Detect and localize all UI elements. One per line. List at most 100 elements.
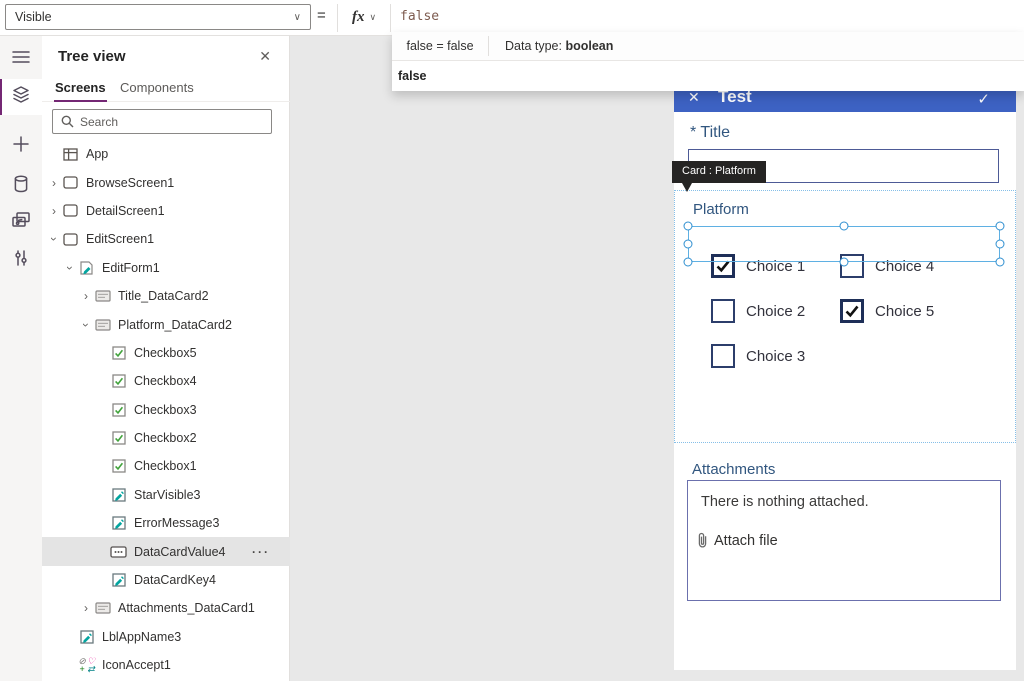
- resize-handle[interactable]: [996, 222, 1005, 231]
- tree-row-app[interactable]: App: [42, 140, 290, 168]
- tree-row-label: Checkbox3: [134, 403, 197, 417]
- tree-row-detailscreen1[interactable]: ›DetailScreen1: [42, 197, 290, 225]
- tree-row-label: LblAppName3: [102, 630, 181, 644]
- attachments-empty-text: There is nothing attached.: [701, 494, 869, 510]
- screen-icon: [62, 231, 79, 248]
- left-rail: [0, 36, 42, 681]
- suggestion-item[interactable]: false: [392, 61, 1024, 91]
- resize-handle[interactable]: [684, 240, 693, 249]
- checkbox-icon: [110, 401, 127, 418]
- more-options-icon[interactable]: ···: [252, 545, 270, 559]
- tree-row-errormessage3[interactable]: ErrorMessage3: [42, 509, 290, 537]
- chevron-right-icon[interactable]: ›: [78, 601, 94, 615]
- tree-row-editform1[interactable]: ›EditForm1: [42, 254, 290, 282]
- tree-row-platform_datacard2[interactable]: ›Platform_DataCard2: [42, 310, 290, 338]
- chevron-down-icon[interactable]: ›: [63, 260, 77, 276]
- rail-item-data[interactable]: [0, 168, 42, 204]
- tree-row-editscreen1[interactable]: › EditScreen1: [42, 225, 290, 253]
- tree-row-iconaccept1[interactable]: ⊘♡+⇄IconAccept1: [42, 651, 290, 679]
- tree-row-label: Checkbox4: [134, 374, 197, 388]
- panel-title: Tree view: [58, 48, 126, 65]
- fx-icon: fx: [352, 9, 365, 26]
- resize-handle[interactable]: [840, 222, 849, 231]
- checked-checkbox-icon[interactable]: [840, 299, 864, 323]
- tree-row-attachments_datacard1[interactable]: › Attachments_DataCard1: [42, 594, 290, 622]
- tree-row-lblappname3[interactable]: LblAppName3: [42, 623, 290, 651]
- resize-handle[interactable]: [996, 240, 1005, 249]
- chevron-right-icon[interactable]: ›: [46, 176, 62, 190]
- choice-label: Choice 3: [746, 348, 805, 365]
- tree-row-label: ErrorMessage3: [134, 516, 219, 530]
- title-field-label: * Title: [690, 124, 730, 142]
- tree-row-label: DataCardKey4: [134, 573, 216, 587]
- tab-screens[interactable]: Screens: [55, 80, 106, 95]
- resize-handle[interactable]: [840, 258, 849, 267]
- chevron-down-icon[interactable]: ›: [47, 231, 61, 247]
- formula-signature: false = false: [392, 39, 488, 53]
- close-icon[interactable]: ✕: [259, 48, 271, 65]
- tree-row-label: Title_DataCard2: [118, 289, 209, 303]
- tree-tabs: Screens Components: [42, 80, 290, 102]
- label-icon: [110, 486, 127, 503]
- search-icon: [61, 115, 74, 128]
- checkbox-icon: [110, 430, 127, 447]
- tree-row-checkbox4[interactable]: Checkbox4: [42, 367, 290, 395]
- tree-row-checkbox2[interactable]: Checkbox2: [42, 424, 290, 452]
- checkbox-icon: [110, 373, 127, 390]
- tree-row-browsescreen1[interactable]: ›BrowseScreen1: [42, 168, 290, 196]
- tree-row-checkbox3[interactable]: Checkbox3: [42, 396, 290, 424]
- attachments-control[interactable]: There is nothing attached. Attach file: [687, 480, 1001, 601]
- card-icon: [94, 316, 111, 333]
- tree-row-label: DataCardValue4: [134, 545, 226, 559]
- resize-handle[interactable]: [996, 258, 1005, 267]
- insert-icon: [11, 134, 31, 159]
- tab-components[interactable]: Components: [120, 80, 194, 95]
- resize-handle[interactable]: [684, 258, 693, 267]
- cancel-icon[interactable]: ✕: [688, 89, 700, 106]
- tree-row-label: EditScreen1: [86, 232, 154, 246]
- intellisense-signature-row: false = false Data type: boolean: [392, 32, 1024, 61]
- unchecked-checkbox-icon[interactable]: [711, 344, 735, 368]
- rail-item-advanced-tools[interactable]: [0, 242, 42, 278]
- platform-data-card[interactable]: Platform Choice 1Choice 2Choice 3Choice …: [674, 190, 1016, 443]
- choice-checkbox-choice-2[interactable]: Choice 2: [711, 299, 805, 323]
- tree-row-starvisible3[interactable]: StarVisible3: [42, 481, 290, 509]
- rail-item-menu[interactable]: [0, 41, 42, 77]
- label-icon: [110, 515, 127, 532]
- chevron-right-icon[interactable]: ›: [46, 204, 62, 218]
- rail-item-tree-view[interactable]: [0, 79, 42, 115]
- tree-row-title_datacard2[interactable]: › Title_DataCard2: [42, 282, 290, 310]
- property-selector-value: Visible: [15, 10, 52, 24]
- card-tooltip: Card : Platform: [672, 161, 766, 183]
- tree-row-label: StarVisible3: [134, 488, 200, 502]
- formula-input[interactable]: false: [400, 9, 1016, 24]
- paperclip-icon: [697, 532, 708, 549]
- tree-row-datacardkey4[interactable]: DataCardKey4: [42, 566, 290, 594]
- attach-file-button[interactable]: Attach file: [697, 532, 778, 549]
- tree-row-datacardvalue4[interactable]: DataCardValue4 ···: [42, 537, 290, 565]
- media-icon: [11, 210, 31, 235]
- chevron-right-icon[interactable]: ›: [78, 289, 94, 303]
- rail-item-media[interactable]: [0, 204, 42, 240]
- unchecked-checkbox-icon[interactable]: [711, 299, 735, 323]
- screen-icon: [62, 174, 79, 191]
- search-input[interactable]: [80, 115, 240, 129]
- choice-checkbox-choice-5[interactable]: Choice 5: [840, 299, 934, 323]
- data-type-value: boolean: [565, 39, 613, 53]
- attachments-card-label: Attachments: [692, 461, 775, 478]
- resize-handle[interactable]: [684, 222, 693, 231]
- tree-row-checkbox5[interactable]: Checkbox5: [42, 339, 290, 367]
- tree-view-icon: [11, 85, 31, 110]
- choice-label: Choice 2: [746, 303, 805, 320]
- tree-view-panel: Tree view ✕ Screens Components App›Brows…: [42, 36, 290, 681]
- accept-icon[interactable]: ✓: [977, 90, 990, 108]
- tree-row-label: Attachments_DataCard1: [118, 601, 255, 615]
- property-selector[interactable]: Visible ∨: [5, 4, 311, 30]
- rail-item-insert[interactable]: [0, 128, 42, 164]
- chevron-down-icon[interactable]: ›: [79, 317, 93, 333]
- fx-dropdown-button[interactable]: fx ∨: [338, 0, 390, 35]
- tree-row-label: Checkbox5: [134, 346, 197, 360]
- tree-row-label: Checkbox1: [134, 459, 197, 473]
- choice-checkbox-choice-3[interactable]: Choice 3: [711, 344, 805, 368]
- tree-row-checkbox1[interactable]: Checkbox1: [42, 452, 290, 480]
